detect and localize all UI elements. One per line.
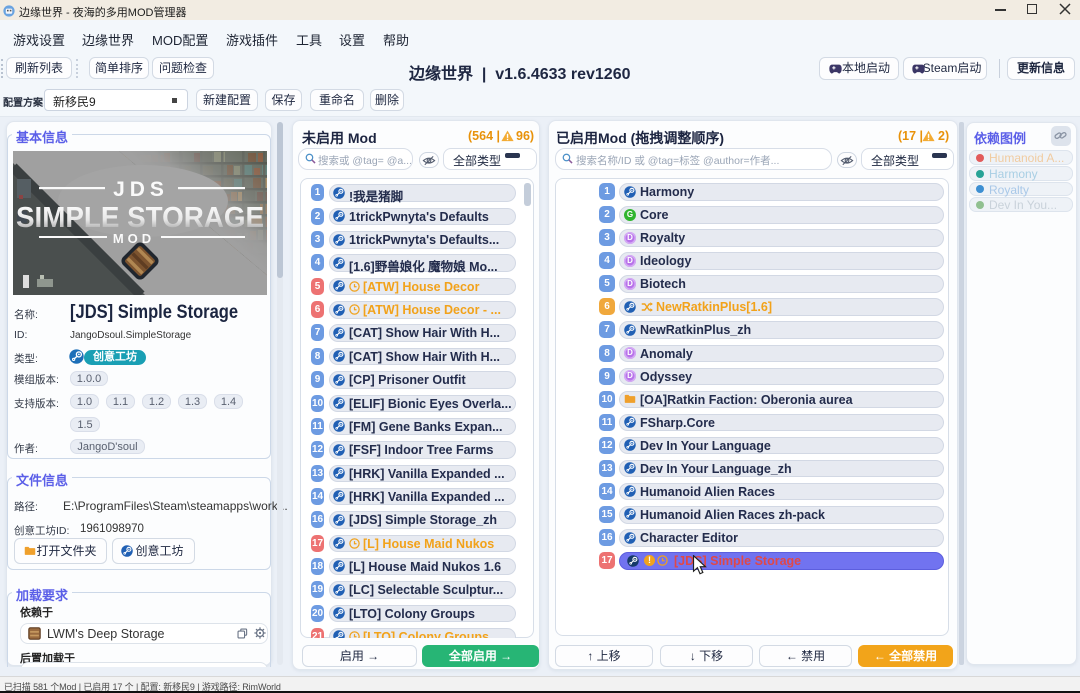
svg-text:MOD: MOD <box>113 231 155 246</box>
svg-text:SIMPLE STORAGE: SIMPLE STORAGE <box>16 202 264 234</box>
svg-text:JDS: JDS <box>113 178 169 201</box>
